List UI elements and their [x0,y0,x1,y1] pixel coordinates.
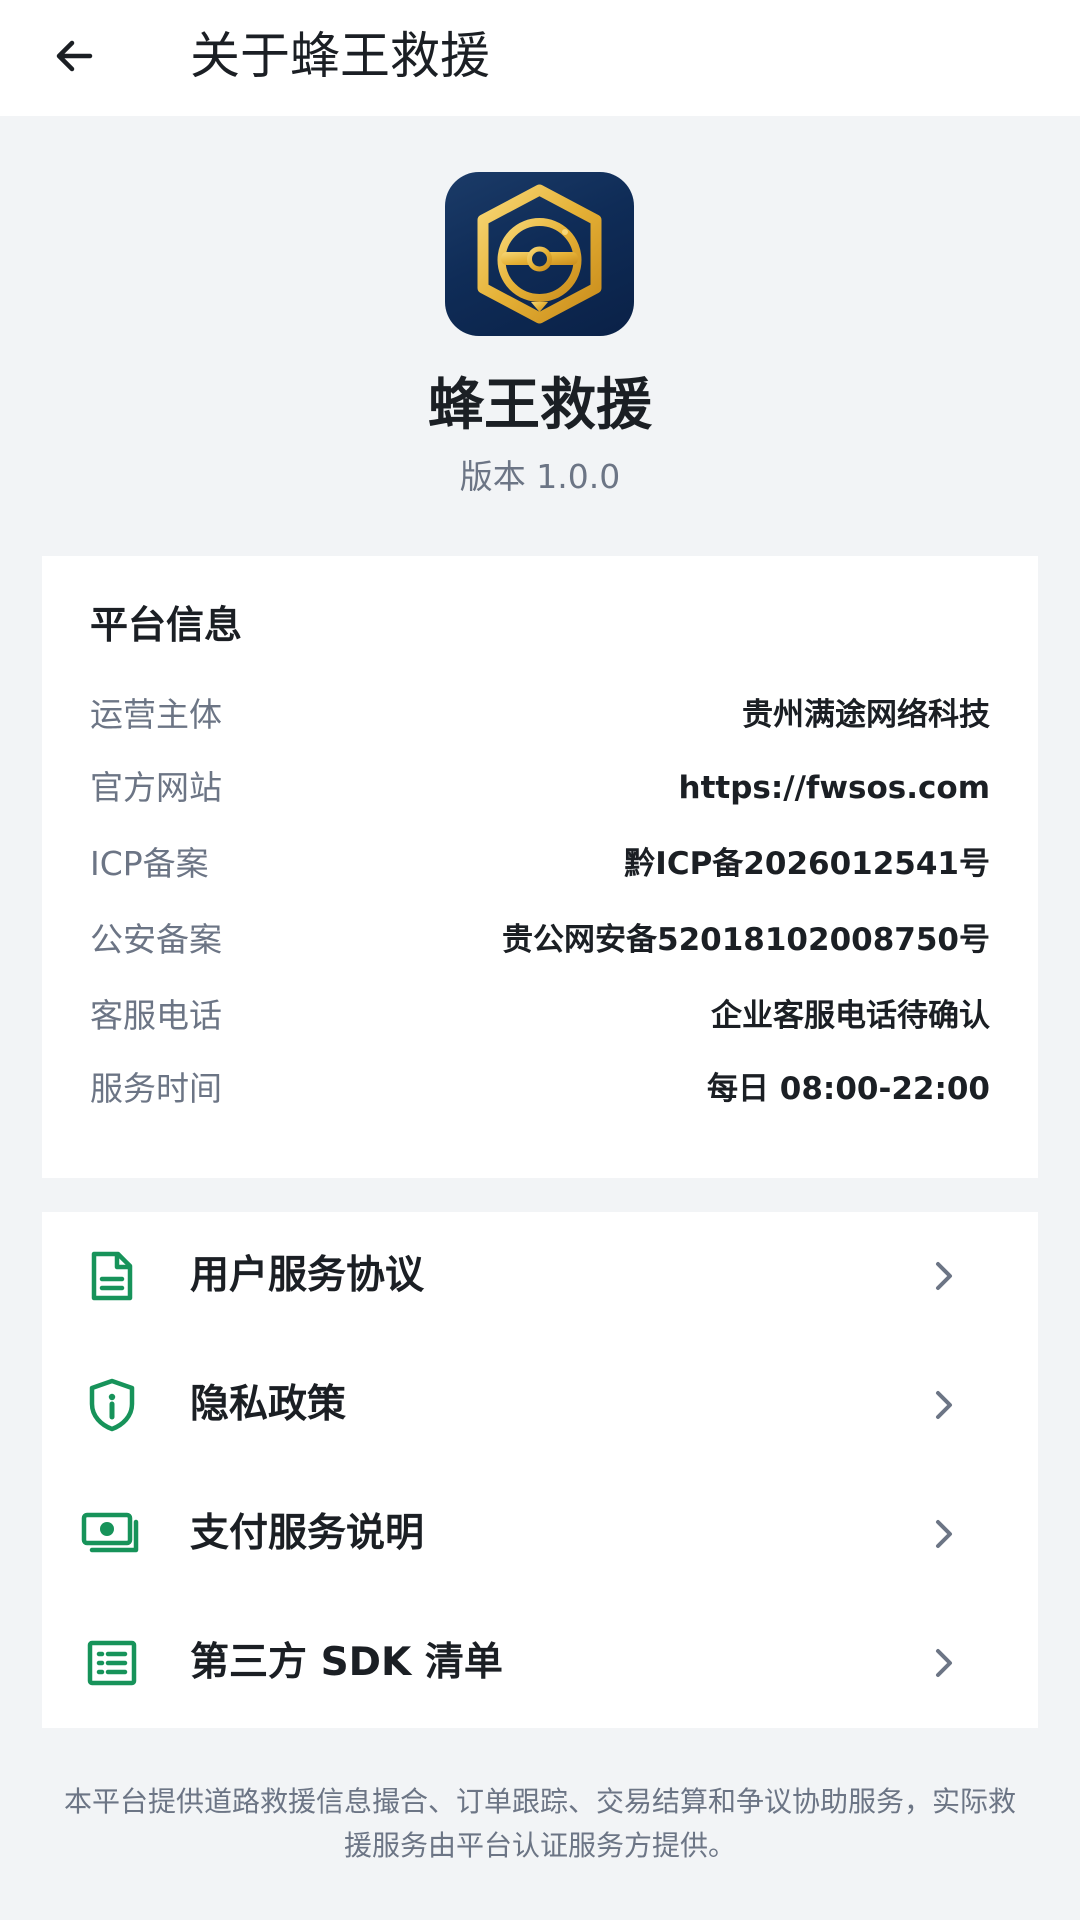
info-label: 官方网站 [90,768,222,807]
public-security-record-value[interactable]: 贵公网安备52018102008750号 [502,915,990,965]
list-icon [87,1640,137,1686]
chevron-right-icon [936,1649,952,1677]
info-label: 公安备案 [90,920,222,959]
arrow-left-icon [56,40,93,72]
info-value: 每日 08:00-22:00 [706,1071,990,1107]
info-row-service-hours: 服务时间 每日 08:00-22:00 [90,1064,990,1114]
app-version: 版本 1.0.0 [459,457,621,496]
document-icon [91,1251,133,1301]
list-item-label: 第三方 SDK 清单 [190,1640,503,1685]
info-row-website: 官方网站 https://fwsos.com [90,763,990,813]
page-title: 关于蜂王救援 [190,27,490,85]
list-item-label: 支付服务说明 [190,1511,425,1556]
list-item-payment-service[interactable]: 支付服务说明 [42,1470,1038,1599]
footer-note: 本平台提供道路救援信息撮合、订单跟踪、交易结算和争议协助服务，实际救援服务由平台… [63,1785,1016,1862]
platform-info-title: 平台信息 [90,603,243,647]
list-item-user-agreement[interactable]: 用户服务协议 [42,1212,1038,1341]
chevron-right-icon [936,1520,952,1548]
info-label: 客服电话 [90,996,222,1035]
list-item-privacy-policy[interactable]: 隐私政策 [42,1341,1038,1470]
info-label: 服务时间 [90,1069,222,1108]
list-item-third-party-sdk[interactable]: 第三方 SDK 清单 [42,1599,1038,1728]
bee-king-hexagon-logo [477,184,602,324]
info-label: 运营主体 [90,695,222,734]
info-row-operator: 运营主体 贵州满途网络科技 [90,690,990,740]
info-row-customer-service: 客服电话 企业客服电话待确认 [90,991,990,1041]
chevron-right-icon [936,1262,952,1290]
app-name: 蜂王救援 [428,373,652,438]
back-button[interactable] [36,18,112,94]
info-row-public-security: 公安备案 贵公网安备52018102008750号 [90,915,990,965]
links-list-card: 用户服务协议 隐私政策 支付服务说明 第三方 SDK 清单 [42,1212,1038,1728]
website-link[interactable]: https://fwsos.com [679,763,990,813]
info-value: 贵州满途网络科技 [742,697,990,733]
top-app-bar: 关于蜂王救援 [0,0,1080,116]
payment-cash-icon [81,1512,139,1553]
icp-record-value[interactable]: 黔ICP备2026012541号 [624,839,990,889]
list-item-label: 用户服务协议 [190,1253,425,1298]
info-label: ICP备案 [90,844,209,883]
shield-info-icon [89,1378,135,1432]
info-value: 企业客服电话待确认 [711,998,990,1034]
list-item-label: 隐私政策 [190,1382,347,1427]
app-logo [445,172,634,336]
info-row-icp: ICP备案 黔ICP备2026012541号 [90,839,990,889]
platform-info-card: 平台信息 运营主体 贵州满途网络科技 官方网站 https://fwsos.co… [42,556,1038,1178]
chevron-right-icon [936,1391,952,1419]
